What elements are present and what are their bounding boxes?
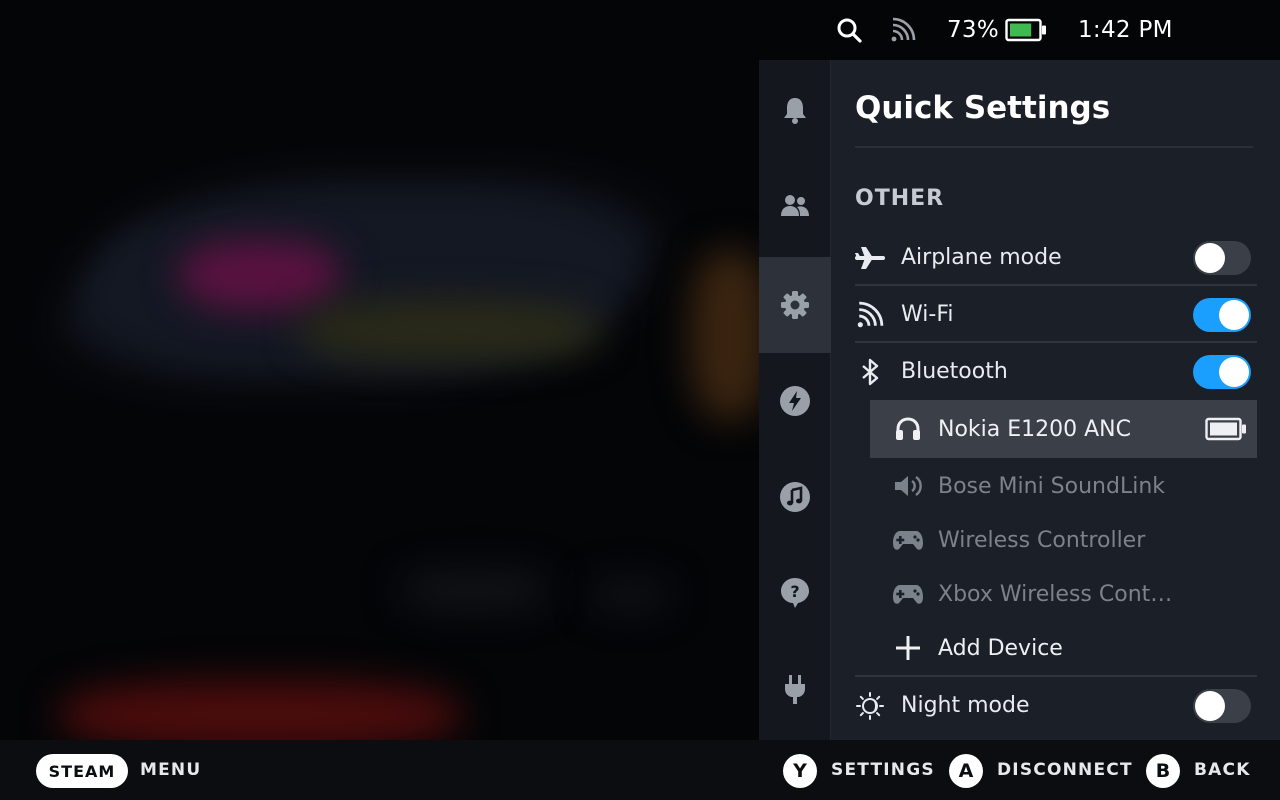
bluetooth-device-wireless-controller[interactable]: Wireless Controller [870, 511, 1257, 569]
friends-icon [781, 195, 809, 216]
headphones-icon [892, 413, 924, 445]
settings-hint-label[interactable]: SETTINGS [831, 740, 935, 800]
bluetooth-label: Bluetooth [901, 359, 1008, 384]
airplane-mode-toggle[interactable] [1193, 240, 1251, 275]
device-name: Bose Mini SoundLink [938, 473, 1166, 499]
page-title: Quick Settings [855, 90, 1111, 126]
toggle-knob [1219, 356, 1249, 387]
bluetooth-icon [855, 357, 885, 387]
quick-access-panel: ? Quick Settings OTHER Airplane mode Wi-… [759, 60, 1280, 740]
add-device-button[interactable]: Add Device [870, 619, 1257, 677]
y-button-icon[interactable]: Y [783, 754, 817, 788]
disconnect-hint-label[interactable]: DISCONNECT [997, 740, 1133, 800]
bluetooth-device-xbox-controller[interactable]: Xbox Wireless Cont… [870, 565, 1257, 623]
battery-icon [1005, 0, 1047, 60]
night-mode-icon [855, 691, 885, 721]
quick-access-nav: ? [759, 60, 831, 740]
a-button-icon[interactable]: A [949, 754, 983, 788]
device-name: Xbox Wireless Cont… [938, 581, 1173, 607]
nav-notifications[interactable] [759, 62, 831, 158]
b-button-icon[interactable]: B [1146, 754, 1180, 788]
nav-help[interactable]: ? [759, 545, 831, 641]
gear-icon [781, 291, 809, 319]
search-icon[interactable] [836, 0, 862, 60]
night-mode-toggle[interactable] [1193, 688, 1251, 723]
bluetooth-device-bose[interactable]: Bose Mini SoundLink [870, 457, 1257, 515]
wifi-label: Wi-Fi [901, 302, 954, 327]
night-mode-row[interactable]: Night mode [855, 677, 1255, 734]
gamepad-icon [892, 524, 924, 556]
nav-performance[interactable] [759, 353, 831, 449]
device-name: Wireless Controller [938, 527, 1146, 553]
steam-button[interactable]: STEAM [36, 754, 128, 788]
nav-friends[interactable] [759, 158, 831, 254]
section-label-other: OTHER [855, 186, 945, 211]
speaker-icon [892, 470, 924, 502]
bell-icon [784, 98, 806, 124]
toggle-knob [1195, 242, 1225, 273]
bluetooth-device-nokia[interactable]: Nokia E1200 ANC [870, 400, 1257, 458]
status-bar: 73% 1:42 PM [0, 0, 1280, 60]
airplane-icon [855, 243, 885, 273]
device-name: Nokia E1200 ANC [938, 416, 1131, 442]
question-icon: ? [781, 578, 809, 608]
nav-settings[interactable] [759, 257, 831, 353]
gamepad-icon [892, 578, 924, 610]
plug-icon [785, 675, 805, 704]
airplane-mode-row[interactable]: Airplane mode [855, 229, 1255, 286]
music-note-icon [780, 482, 810, 512]
night-mode-label: Night mode [901, 693, 1030, 718]
bluetooth-toggle[interactable] [1193, 354, 1251, 389]
wifi-row[interactable]: Wi-Fi [855, 286, 1255, 343]
add-device-label: Add Device [938, 635, 1063, 661]
bluetooth-row[interactable]: Bluetooth [855, 343, 1255, 400]
clock: 1:42 PM [1078, 17, 1173, 43]
nav-music[interactable] [759, 449, 831, 545]
title-divider [855, 146, 1253, 148]
toggle-knob [1195, 690, 1225, 721]
lightning-icon [780, 386, 810, 416]
plus-icon [892, 632, 924, 664]
wifi-icon [855, 300, 885, 330]
wifi-signal-icon [890, 0, 916, 60]
nav-power[interactable] [759, 641, 831, 737]
back-hint-label[interactable]: BACK [1194, 740, 1251, 800]
footer-bar: STEAM MENU Y SETTINGS A DISCONNECT B BAC… [0, 740, 1280, 800]
toggle-knob [1219, 299, 1249, 330]
airplane-mode-label: Airplane mode [901, 245, 1062, 270]
menu-label: MENU [140, 760, 202, 780]
battery-percent: 73% [947, 17, 1000, 43]
wifi-toggle[interactable] [1193, 297, 1251, 332]
device-battery-icon [1205, 417, 1246, 441]
svg-text:?: ? [790, 582, 799, 601]
quick-settings-content: Quick Settings OTHER Airplane mode Wi-Fi [855, 60, 1257, 740]
